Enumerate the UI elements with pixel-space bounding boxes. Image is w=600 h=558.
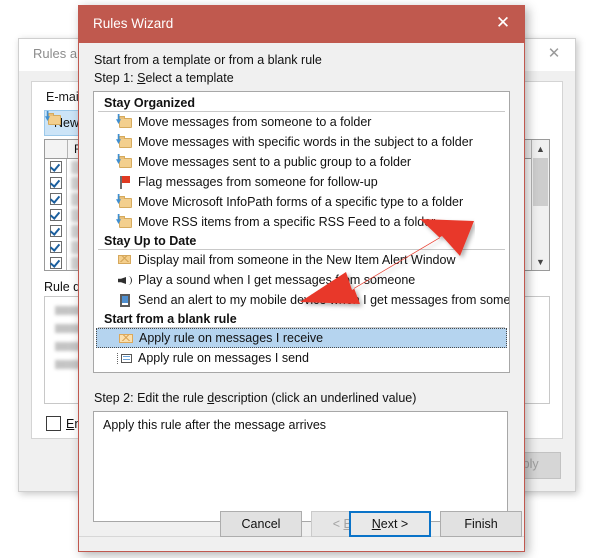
template-list-item-label: Move Microsoft InfoPath forms of a speci… (138, 195, 464, 209)
template-list-item-label: Send an alert to my mobile device when I… (138, 293, 510, 307)
scrollbar-thumb[interactable] (533, 158, 548, 206)
close-icon[interactable]: ✕ (543, 44, 565, 64)
next-button[interactable]: Next > (349, 511, 431, 537)
speaker-icon (116, 272, 133, 288)
send-message-icon (116, 350, 133, 366)
template-list-item-label: Move RSS items from a specific RSS Feed … (138, 215, 436, 229)
folder-move-icon (116, 194, 133, 210)
folder-move-icon (116, 214, 133, 230)
mobile-device-icon (116, 292, 133, 308)
template-list-item-label: Flag messages from someone for follow-up (138, 175, 378, 189)
template-list-item-label: Display mail from someone in the New Ite… (138, 253, 456, 267)
checkbox-box[interactable] (46, 416, 61, 431)
rules-wizard-titlebar: Rules Wizard ✕ (79, 6, 524, 43)
envelope-star-icon (116, 252, 133, 268)
close-icon[interactable]: ✕ (488, 10, 518, 36)
template-list-item[interactable]: Move RSS items from a specific RSS Feed … (94, 212, 509, 232)
wizard-button-bar: Cancel < Back Next > Finish (79, 499, 524, 551)
template-listbox[interactable]: Stay Organized Move messages from someone… (93, 91, 510, 373)
row-checkbox[interactable] (45, 255, 67, 270)
rules-wizard-title: Rules Wizard (93, 16, 174, 31)
template-group-header: Start from a blank rule (98, 310, 505, 328)
template-list-item[interactable]: Flag messages from someone for follow-up (94, 172, 509, 192)
rules-wizard-dialog: Rules Wizard ✕ Start from a template or … (78, 5, 525, 552)
cancel-button[interactable]: Cancel (220, 511, 302, 537)
step1-label: Step 1: Select a template (94, 71, 234, 85)
rules-header-checkbox-col (45, 140, 68, 158)
template-list-item[interactable]: Apply rule on messages I receive (96, 328, 507, 348)
template-list-item-label: Move messages with specific words in the… (138, 135, 473, 149)
template-list-item[interactable]: Move Microsoft InfoPath forms of a speci… (94, 192, 509, 212)
scroll-up-icon[interactable]: ▲ (532, 140, 549, 157)
folder-move-icon (116, 134, 133, 150)
scroll-down-icon[interactable]: ▼ (532, 253, 549, 270)
row-checkbox[interactable] (45, 159, 67, 175)
row-checkbox[interactable] (45, 239, 67, 255)
row-checkbox[interactable] (45, 223, 67, 239)
rule-description-text[interactable]: Apply this rule after the message arrive… (94, 412, 507, 432)
folder-move-icon (116, 114, 133, 130)
template-group-header: Stay Organized (98, 94, 505, 112)
row-checkbox[interactable] (45, 175, 67, 191)
wizard-heading: Start from a template or from a blank ru… (94, 53, 322, 67)
screen-root: Rules and A ✕ E-mail Rule New R Rule ( .… (0, 0, 600, 558)
template-list-item[interactable]: Send an alert to my mobile device when I… (94, 290, 509, 310)
rules-table-scrollbar[interactable]: ▲ ▼ (531, 140, 549, 270)
finish-button[interactable]: Finish (440, 511, 522, 537)
template-list-item[interactable]: Move messages from someone to a folder (94, 112, 509, 132)
row-checkbox[interactable] (45, 207, 67, 223)
template-list-item-label: Move messages from someone to a folder (138, 115, 372, 129)
row-checkbox[interactable] (45, 191, 67, 207)
envelope-icon (117, 330, 134, 346)
template-list-item[interactable]: Play a sound when I get messages from so… (94, 270, 509, 290)
template-list-item-label: Move messages sent to a public group to … (138, 155, 412, 169)
template-list-item[interactable]: Apply rule on messages I send (94, 348, 509, 368)
step2-label: Step 2: Edit the rule description (click… (94, 391, 417, 405)
flag-icon (116, 174, 133, 190)
template-list-item-label: Play a sound when I get messages from so… (138, 273, 416, 287)
template-group-header: Stay Up to Date (98, 232, 505, 250)
template-list-item-label: Apply rule on messages I send (138, 351, 309, 365)
template-list-item[interactable]: Display mail from someone in the New Ite… (94, 250, 509, 270)
template-list-item-label: Apply rule on messages I receive (139, 331, 324, 345)
template-list-item[interactable]: Move messages sent to a public group to … (94, 152, 509, 172)
rules-wizard-body: Start from a template or from a blank ru… (79, 43, 524, 551)
template-list-item[interactable]: Move messages with specific words in the… (94, 132, 509, 152)
folder-move-icon (116, 154, 133, 170)
